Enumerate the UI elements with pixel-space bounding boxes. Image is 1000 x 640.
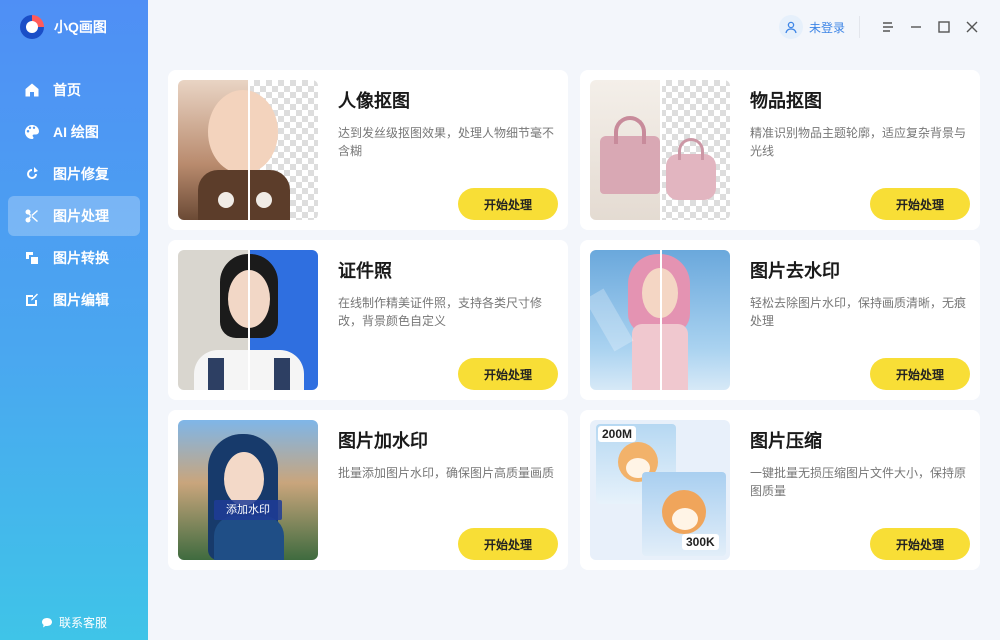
compress-thumbnail: 200M 300K xyxy=(590,420,730,560)
card-title: 图片压缩 xyxy=(750,431,822,451)
card-title: 图片加水印 xyxy=(338,431,428,451)
app-name: 小Q画图 xyxy=(54,19,107,35)
card-description: 一键批量无损压缩图片文件大小，保持原图质量 xyxy=(750,466,967,498)
menu-icon xyxy=(883,22,893,32)
user-label: 未登录 xyxy=(808,20,845,35)
minimize-icon xyxy=(911,26,921,28)
app-logo-icon xyxy=(20,15,44,39)
sidebar-item-home[interactable]: 首页 xyxy=(8,70,140,110)
palette-icon xyxy=(24,124,40,140)
portrait-cutout-thumbnail xyxy=(178,80,318,220)
sidebar-item-edit[interactable]: 图片编辑 xyxy=(8,280,140,320)
card-title: 图片去水印 xyxy=(750,261,840,281)
repair-icon xyxy=(24,166,40,182)
sidebar-item-label: 图片修复 xyxy=(53,166,109,182)
id-photo-thumbnail xyxy=(178,250,318,390)
split-line xyxy=(248,80,250,220)
brand: 小Q画图 xyxy=(0,0,148,54)
maximize-icon xyxy=(938,21,950,33)
topbar-divider xyxy=(859,16,860,38)
login-button[interactable]: 未登录 xyxy=(778,15,845,39)
split-line xyxy=(660,250,662,390)
sidebar-item-repair[interactable]: 图片修复 xyxy=(8,154,140,194)
sidebar-item-label: 图片处理 xyxy=(53,208,109,224)
close-icon xyxy=(966,21,978,33)
sidebar-item-label: AI 绘图 xyxy=(53,124,99,140)
chat-icon xyxy=(41,617,53,629)
close-button[interactable] xyxy=(958,13,986,41)
card-title: 证件照 xyxy=(338,261,392,281)
split-line xyxy=(248,250,250,390)
sidebar-item-convert[interactable]: 图片转换 xyxy=(8,238,140,278)
card-compress: 200M 300K 图片压缩 一键批量无损压缩图片文件大小，保持原图质量 开始处… xyxy=(580,410,980,570)
support-label: 联系客服 xyxy=(58,616,107,630)
sidebar-nav: 首页 AI 绘图 图片修复 图片处理 图片转换 图片编辑 xyxy=(0,70,148,320)
menu-button[interactable] xyxy=(874,13,902,41)
sidebar-item-label: 图片编辑 xyxy=(53,292,109,308)
card-add-watermark: 添加水印 图片加水印 批量添加图片水印，确保图片高质量画质 开始处理 xyxy=(168,410,568,570)
add-watermark-thumbnail: 添加水印 xyxy=(178,420,318,560)
start-button-id-photo[interactable]: 开始处理 xyxy=(458,358,558,390)
contact-support-link[interactable]: 联系客服 xyxy=(0,614,148,631)
scissors-icon xyxy=(24,208,40,224)
convert-icon xyxy=(24,250,40,266)
split-line xyxy=(660,80,662,220)
card-title: 物品抠图 xyxy=(750,91,822,111)
edit-icon xyxy=(24,292,40,308)
card-description: 达到发丝级抠图效果，处理人物细节毫不含糊 xyxy=(338,126,555,158)
remove-watermark-thumbnail xyxy=(590,250,730,390)
sidebar-item-process[interactable]: 图片处理 xyxy=(8,196,140,236)
object-cutout-thumbnail xyxy=(590,80,730,220)
card-description: 精准识别物品主题轮廓，适应复杂背景与光线 xyxy=(750,126,967,158)
card-id-photo: 证件照 在线制作精美证件照，支持各类尺寸修改，背景颜色自定义 开始处理 xyxy=(168,240,568,400)
sidebar-item-label: 图片转换 xyxy=(53,250,109,266)
card-object-cutout: 物品抠图 精准识别物品主题轮廓，适应复杂背景与光线 开始处理 xyxy=(580,70,980,230)
start-button-object-cutout[interactable]: 开始处理 xyxy=(870,188,970,220)
sidebar-item-label: 首页 xyxy=(53,82,81,98)
watermark-label: 添加水印 xyxy=(214,500,282,520)
user-avatar-icon xyxy=(778,15,803,39)
card-remove-watermark: 图片去水印 轻松去除图片水印，保持画质清晰，无痕处理 开始处理 xyxy=(580,240,980,400)
card-description: 在线制作精美证件照，支持各类尺寸修改，背景颜色自定义 xyxy=(338,296,543,328)
card-portrait-cutout: 人像抠图 达到发丝级抠图效果，处理人物细节毫不含糊 开始处理 xyxy=(168,70,568,230)
home-icon xyxy=(24,82,40,98)
start-button-remove-watermark[interactable]: 开始处理 xyxy=(870,358,970,390)
sidebar-item-ai-draw[interactable]: AI 绘图 xyxy=(8,112,140,152)
start-button-compress[interactable]: 开始处理 xyxy=(870,528,970,560)
maximize-button[interactable] xyxy=(930,13,958,41)
size-after-label: 300K xyxy=(682,534,719,550)
start-button-add-watermark[interactable]: 开始处理 xyxy=(458,528,558,560)
card-description: 轻松去除图片水印，保持画质清晰，无痕处理 xyxy=(750,296,967,328)
card-title: 人像抠图 xyxy=(338,91,410,111)
card-description: 批量添加图片水印，确保图片高质量画质 xyxy=(338,466,555,480)
start-button-portrait-cutout[interactable]: 开始处理 xyxy=(458,188,558,220)
size-before-label: 200M xyxy=(598,426,637,442)
sidebar: 小Q画图 首页 AI 绘图 图片修复 图片处理 图片转换 图片编辑 联系客服 xyxy=(0,0,148,640)
top-bar: 未登录 xyxy=(148,0,1000,54)
minimize-button[interactable] xyxy=(902,13,930,41)
